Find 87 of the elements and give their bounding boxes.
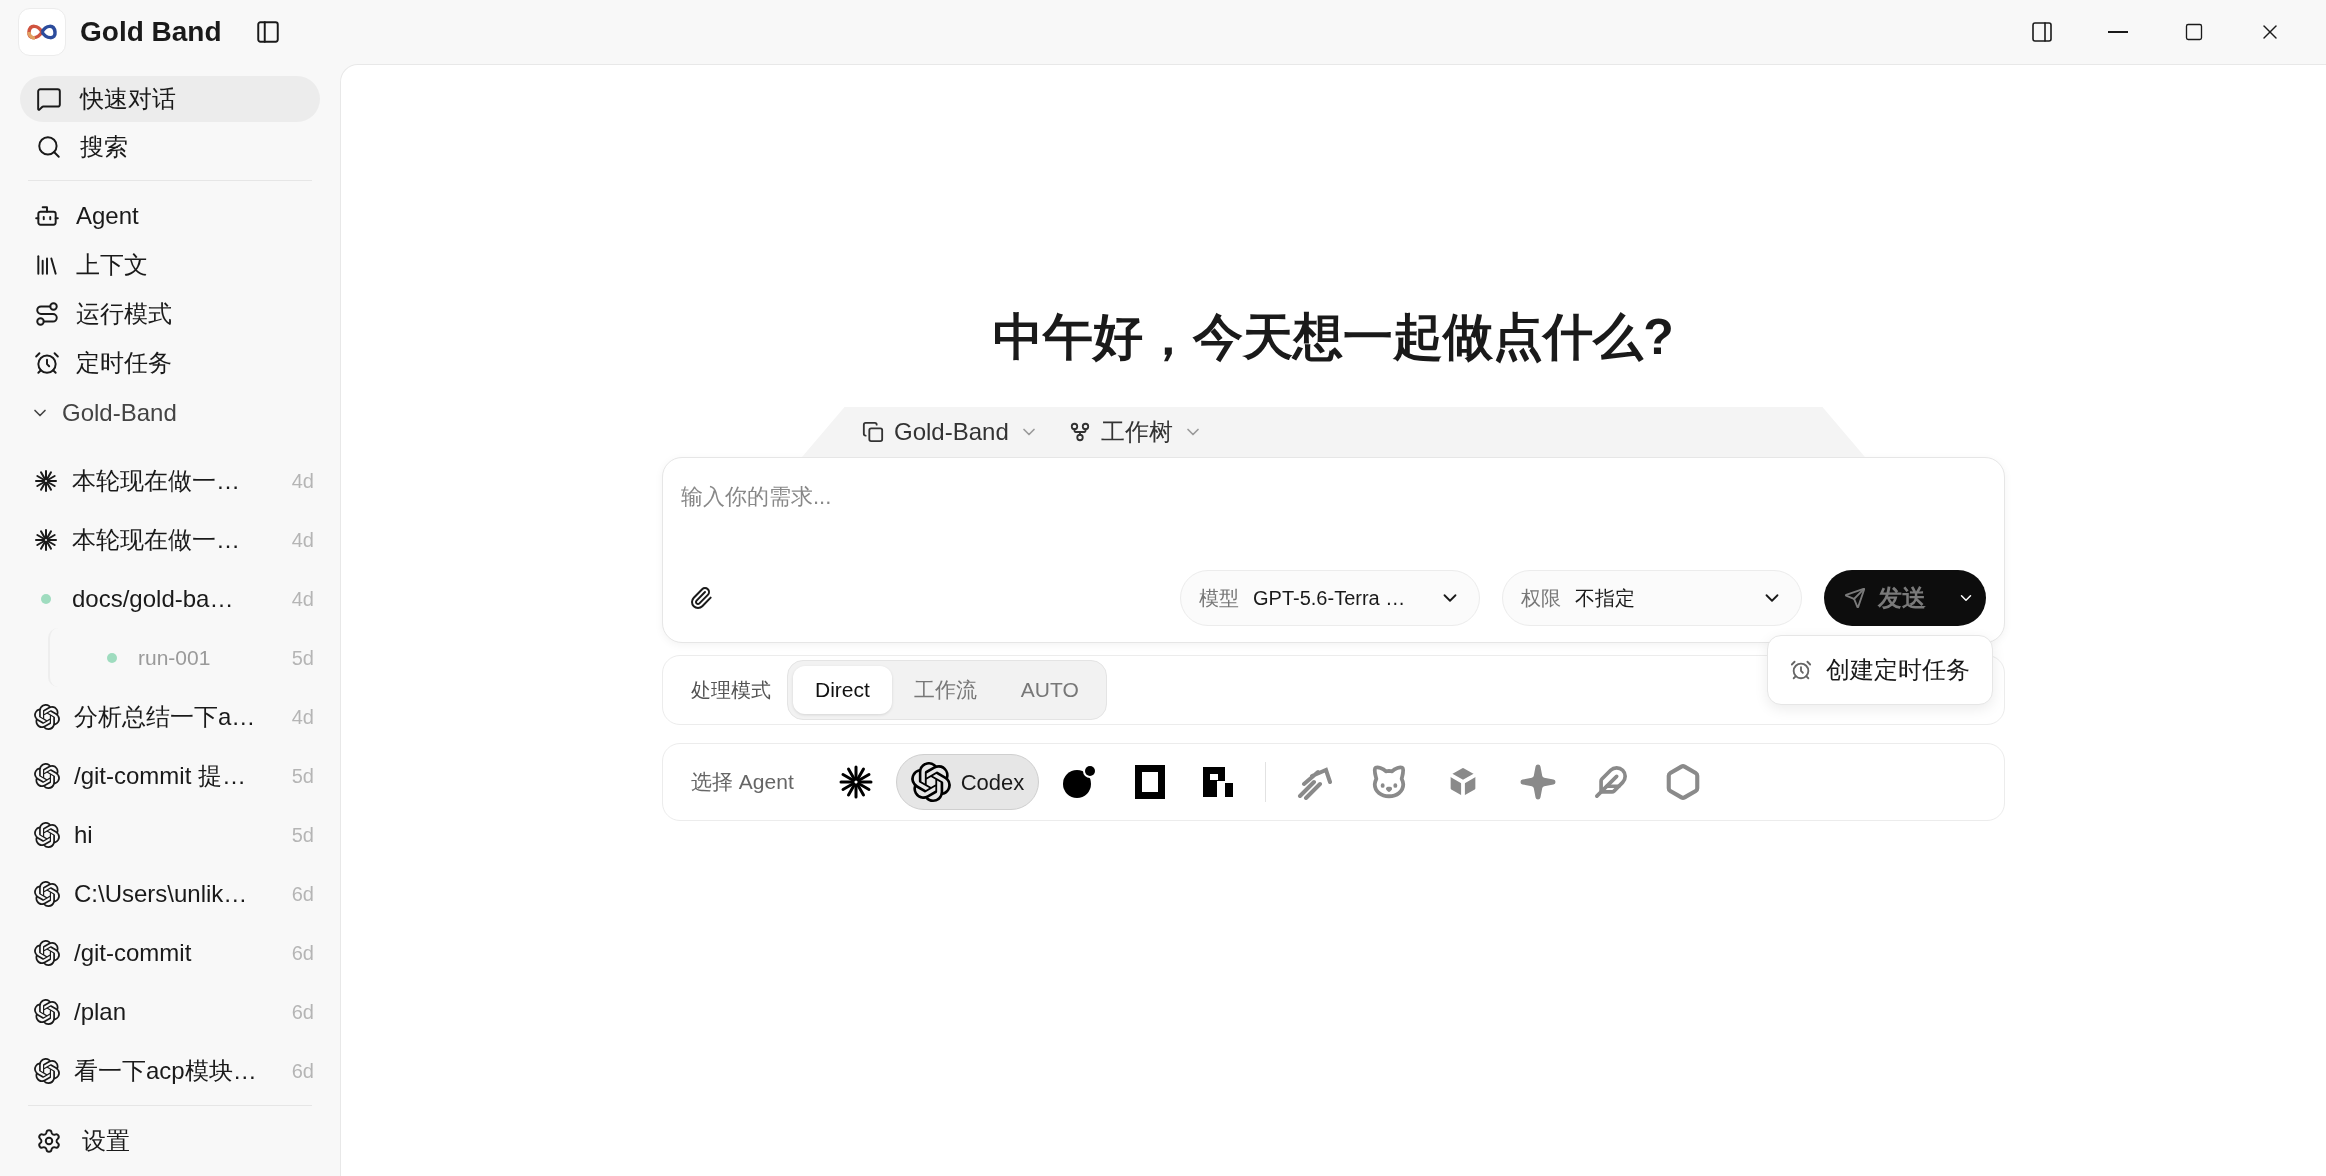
session-title: run-001: [138, 644, 212, 671]
fork-icon: [1068, 421, 1091, 443]
session-title: docs/gold-ba…: [72, 583, 235, 614]
search-icon: [36, 134, 62, 160]
menu-item[interactable]: 定时任务: [20, 338, 320, 387]
alarm-clock-icon: [34, 349, 60, 376]
session-item[interactable]: 分析总结一下a… 4d: [0, 687, 340, 746]
session-age: 5d: [291, 822, 314, 848]
mode-tab[interactable]: Direct: [793, 666, 892, 714]
maximize-icon: [2184, 22, 2204, 42]
knot-logo-icon: [34, 762, 60, 789]
session-item[interactable]: 看一下acp模块… 6d: [0, 1041, 340, 1100]
session-age: 4d: [291, 586, 314, 612]
menu-item[interactable]: 运行模式: [20, 289, 320, 338]
infinity-logo-icon: [26, 22, 58, 42]
app-title: Gold Band: [80, 15, 222, 49]
session-item[interactable]: 本轮现在做一… 4d: [0, 510, 340, 569]
square-frame-icon: [1135, 765, 1166, 799]
settings-item[interactable]: 设置: [20, 1106, 320, 1176]
workspace-selector[interactable]: Gold-Band: [862, 414, 1039, 450]
session-item[interactable]: /git-commit 6d: [0, 923, 340, 982]
menu-item[interactable]: 上下文: [20, 240, 320, 289]
session-title: /git-commit 提…: [74, 760, 247, 791]
model-select[interactable]: 模型 GPT-5.6-Terra …: [1180, 570, 1480, 626]
agent-option[interactable]: Codex: [895, 754, 1040, 810]
agent-label: 选择 Agent: [691, 769, 794, 796]
session-title: 分析总结一下a…: [74, 701, 257, 732]
mode-tab[interactable]: AUTO: [998, 666, 1101, 714]
session-age: 6d: [291, 999, 314, 1025]
chat-icon: [36, 86, 62, 112]
alarm-clock-icon: [1790, 659, 1812, 681]
knot-logo-icon: [34, 998, 60, 1025]
knot-logo-icon: [910, 762, 951, 802]
panel-icon: [2030, 20, 2054, 44]
session-title: 本轮现在做一…: [72, 524, 241, 555]
route-icon: [34, 300, 60, 327]
menu-option[interactable]: 创建定时任务: [1774, 642, 1986, 698]
nav-item[interactable]: 搜索: [20, 124, 320, 170]
blocks-icon: [1201, 765, 1236, 799]
paperclip-icon: [689, 586, 713, 610]
project-header[interactable]: Gold-Band: [20, 387, 320, 439]
nav-item[interactable]: 快速对话: [20, 76, 320, 122]
session-age: 6d: [291, 881, 314, 907]
permission-select[interactable]: 权限 不指定: [1502, 570, 1802, 626]
session-title: 看一下acp模块…: [74, 1055, 258, 1086]
greeting: 中午好，今天想一起做点什么?: [993, 308, 1674, 367]
sidebar-icon: [254, 19, 281, 45]
session-title: hi: [74, 819, 94, 850]
session-item[interactable]: C:\Users\unlik… 6d: [0, 864, 340, 923]
mode-tab[interactable]: 工作流: [891, 666, 999, 714]
model-label: 模型: [1199, 586, 1239, 611]
session-title: C:\Users\unlik…: [74, 878, 249, 909]
minimize-icon: [2108, 31, 2128, 33]
session-age: 6d: [291, 1058, 314, 1084]
knot-logo-icon: [34, 1057, 60, 1084]
session-title: /git-commit: [74, 937, 193, 968]
prompt-input[interactable]: 输入你的需求...: [681, 480, 1986, 513]
folders-icon: [862, 421, 884, 443]
session-age: 4d: [291, 704, 314, 730]
worktree-selector[interactable]: 工作树: [1068, 414, 1203, 450]
permission-label: 权限: [1521, 586, 1561, 611]
menu-item[interactable]: Agent: [20, 191, 320, 240]
session-title: /plan: [74, 996, 128, 1027]
session-item[interactable]: 本轮现在做一… 4d: [0, 451, 340, 510]
session-age: 4d: [291, 527, 314, 553]
knot-logo-icon: [34, 821, 60, 848]
session-age: 4d: [291, 468, 314, 494]
knot-logo-icon: [34, 880, 60, 907]
feather-icon: [1594, 765, 1629, 799]
asterisk-icon: [837, 764, 874, 800]
settings-icon: [36, 1128, 62, 1154]
asterisk-icon: [34, 527, 58, 552]
mode-label: 处理模式: [691, 678, 771, 703]
permission-value: 不指定: [1575, 586, 1636, 611]
session-age: 6d: [291, 940, 314, 966]
model-value: GPT-5.6-Terra …: [1253, 586, 1407, 611]
session-item[interactable]: hi 5d: [0, 805, 340, 864]
session-item[interactable]: /plan 6d: [0, 982, 340, 1041]
asterisk-icon: [34, 468, 58, 493]
knot-logo-icon: [34, 703, 60, 730]
send-icon: [1844, 587, 1866, 609]
knot-logo-icon: [34, 939, 60, 966]
session-age: 5d: [291, 645, 314, 671]
session-title: 本轮现在做一…: [72, 465, 241, 496]
session-item[interactable]: docs/gold-ba… 4d: [0, 569, 340, 628]
session-age: 5d: [291, 763, 314, 789]
session-item[interactable]: /git-commit 提… 5d: [0, 746, 340, 805]
